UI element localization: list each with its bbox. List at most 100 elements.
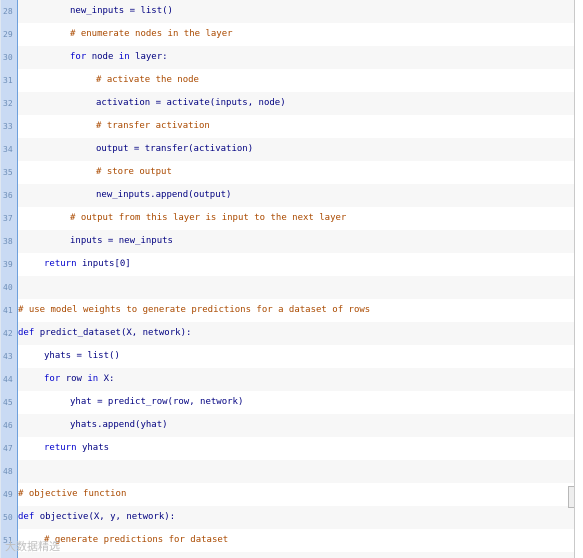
code-token: X:: [103, 374, 115, 384]
line-number: 32: [1, 92, 18, 115]
code-text: yhats = list(): [18, 345, 120, 368]
code-text: return inputs[0]: [18, 253, 131, 276]
keyword-token: def: [18, 328, 40, 338]
code-line[interactable]: 28 new_inputs = list(): [1, 0, 574, 23]
code-token: yhats.append(yhat): [70, 420, 168, 430]
line-number: 47: [1, 437, 18, 460]
code-token: yhat = predict_row(row, network): [70, 397, 244, 407]
line-number: 33: [1, 115, 18, 138]
line-number: 37: [1, 207, 18, 230]
code-text: # transfer activation: [18, 115, 210, 138]
line-number: 36: [1, 184, 18, 207]
code-line[interactable]: 52yhat = predict_dataset(X, network): [1, 552, 574, 558]
code-token: new_inputs.append(output): [96, 190, 232, 200]
comment-token: # output from this layer is input to the…: [70, 213, 347, 223]
line-number: 44: [1, 368, 18, 391]
line-number: 50: [1, 506, 18, 529]
code-token: row: [65, 374, 88, 384]
code-text: new_inputs.append(output): [18, 184, 231, 207]
code-token: yhats = list(): [44, 351, 120, 361]
keyword-token: in: [118, 52, 136, 62]
code-line[interactable]: 33 # transfer activation: [1, 115, 574, 138]
line-number: 43: [1, 345, 18, 368]
code-token: yhats: [81, 443, 110, 453]
code-line[interactable]: 38 inputs = new_inputs: [1, 230, 574, 253]
code-line[interactable]: 47 return yhats: [1, 437, 574, 460]
code-line[interactable]: 40: [1, 276, 574, 299]
line-number: 31: [1, 69, 18, 92]
code-line[interactable]: 29 # enumerate nodes in the layer: [1, 23, 574, 46]
code-line[interactable]: 46 yhats.append(yhat): [1, 414, 574, 437]
code-line[interactable]: 42 def predict_dataset(X, network):: [1, 322, 574, 345]
code-line[interactable]: 48: [1, 460, 574, 483]
code-token: node: [91, 52, 119, 62]
code-text: # store output: [18, 161, 172, 184]
code-line[interactable]: 50 def objective(X, y, network):: [1, 506, 574, 529]
code-text: def objective(X, y, network):: [18, 506, 175, 529]
code-line[interactable]: 35 # store output: [1, 161, 574, 184]
comment-token: # activate the node: [96, 75, 199, 85]
comment-token: # enumerate nodes in the layer: [70, 29, 233, 39]
code-text: # activate the node: [18, 69, 199, 92]
code-line[interactable]: 51 # generate predictions for dataset: [1, 529, 574, 552]
comment-token: # generate predictions for dataset: [44, 535, 229, 545]
code-line[interactable]: 36 new_inputs.append(output): [1, 184, 574, 207]
code-line[interactable]: 30 for node in layer:: [1, 46, 574, 69]
code-token: objective(X, y, network):: [39, 512, 176, 522]
keyword-token: in: [87, 374, 104, 384]
line-number: 42: [1, 322, 18, 345]
line-number: 46: [1, 414, 18, 437]
code-line[interactable]: 31 # activate the node: [1, 69, 574, 92]
code-token: inputs[0]: [81, 259, 131, 269]
code-line[interactable]: 43 yhats = list(): [1, 345, 574, 368]
code-line[interactable]: 34 output = transfer(activation): [1, 138, 574, 161]
line-number: 49: [1, 483, 18, 506]
keyword-token: for: [44, 374, 66, 384]
code-line[interactable]: 41 # use model weights to generate predic…: [1, 299, 574, 322]
code-text: inputs = new_inputs: [18, 230, 173, 253]
code-token: inputs = new_inputs: [70, 236, 173, 246]
scroll-handle[interactable]: [568, 486, 574, 508]
line-number: 28: [1, 0, 18, 23]
code-token: new_inputs = list(): [70, 6, 173, 16]
watermark: 大数据精选: [5, 540, 60, 553]
code-editor[interactable]: 28 new_inputs = list() 29 # enumerate nodes…: [0, 0, 575, 558]
line-number: 39: [1, 253, 18, 276]
keyword-token: return: [44, 259, 82, 269]
comment-token: # transfer activation: [96, 121, 210, 131]
line-number: 35: [1, 161, 18, 184]
code-text: # enumerate nodes in the layer: [18, 23, 233, 46]
code-token: activation = activate(inputs, node): [96, 98, 286, 108]
code-text: yhats.append(yhat): [18, 414, 168, 437]
line-number: 34: [1, 138, 18, 161]
line-number: 38: [1, 230, 18, 253]
code-lines: 28 new_inputs = list() 29 # enumerate nodes…: [1, 0, 574, 558]
comment-token: # store output: [96, 167, 172, 177]
line-number: 40: [1, 276, 18, 299]
code-text: # output from this layer is input to the…: [18, 207, 346, 230]
code-text: output = transfer(activation): [18, 138, 253, 161]
code-line[interactable]: 49 # objective function: [1, 483, 574, 506]
code-line[interactable]: 39 return inputs[0]: [1, 253, 574, 276]
code-text: def predict_dataset(X, network):: [18, 322, 191, 345]
code-line[interactable]: 45 yhat = predict_row(row, network): [1, 391, 574, 414]
keyword-token: def: [18, 512, 40, 522]
code-line[interactable]: 37 # output from this layer is input to t…: [1, 207, 574, 230]
code-text: # use model weights to generate predicti…: [18, 299, 370, 322]
line-number: 45: [1, 391, 18, 414]
code-text: yhat = predict_row(row, network): [18, 391, 243, 414]
code-line[interactable]: 32 activation = activate(inputs, node): [1, 92, 574, 115]
code-line[interactable]: 44 for row in X:: [1, 368, 574, 391]
line-number: 30: [1, 46, 18, 69]
line-number: 29: [1, 23, 18, 46]
comment-token: # objective function: [18, 489, 127, 499]
code-text: return yhats: [18, 437, 109, 460]
keyword-token: for: [70, 52, 92, 62]
code-text: new_inputs = list(): [18, 0, 173, 23]
keyword-token: return: [44, 443, 82, 453]
code-text: for row in X:: [18, 368, 114, 391]
line-number: 48: [1, 460, 18, 483]
code-text: # objective function: [18, 483, 126, 506]
comment-token: # use model weights to generate predicti…: [18, 305, 371, 315]
line-number: 41: [1, 299, 18, 322]
